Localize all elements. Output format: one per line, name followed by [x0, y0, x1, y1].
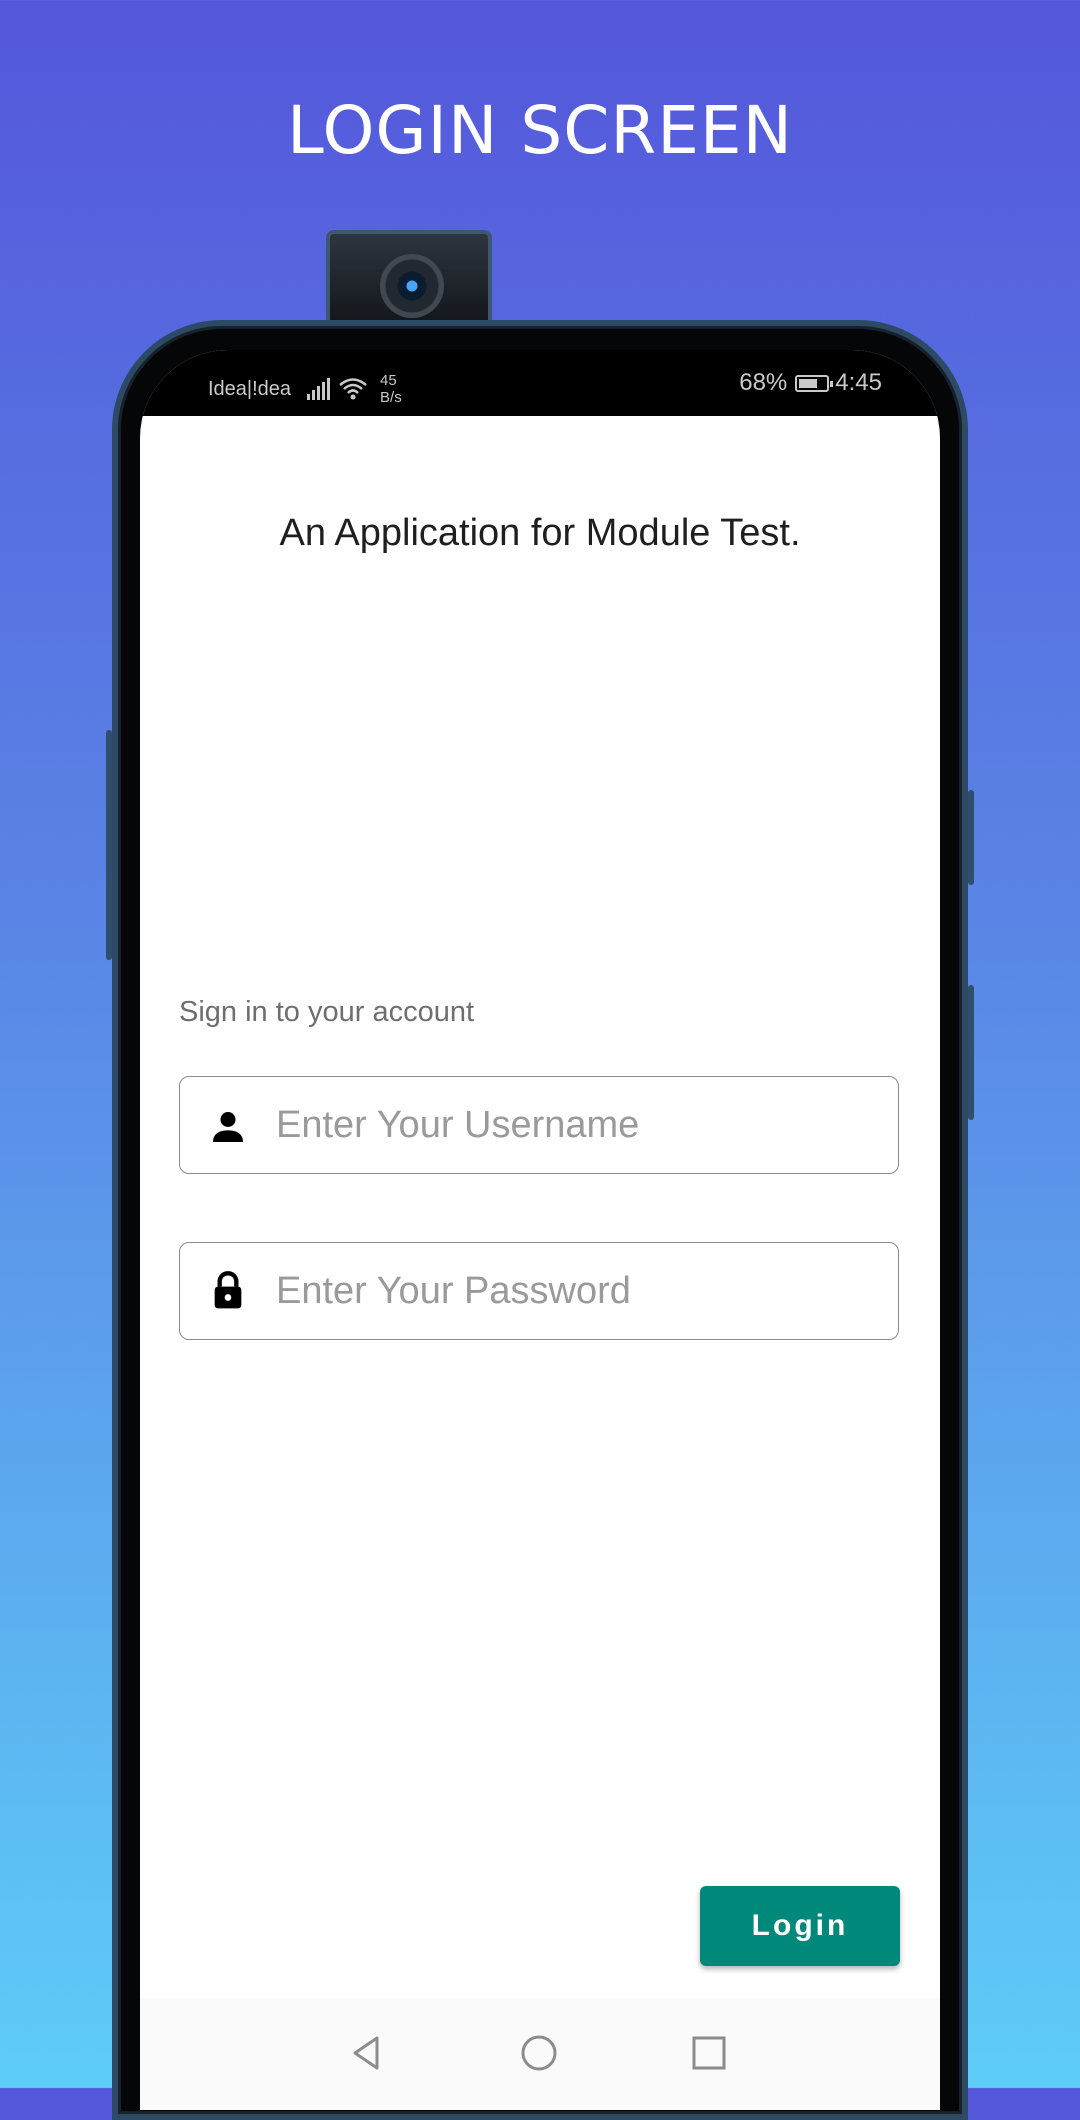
- status-left: Idea|!dea 45 B/s: [208, 372, 402, 406]
- app-subtitle: An Application for Module Test.: [279, 512, 801, 554]
- network-speed-value: 45: [380, 372, 397, 389]
- battery-percent: 68%: [739, 369, 788, 396]
- lock-icon: [214, 1271, 242, 1309]
- home-button[interactable]: [514, 2028, 564, 2078]
- person-icon: [213, 1112, 243, 1142]
- back-icon: [353, 2036, 379, 2070]
- status-right: 68% 4:45: [739, 369, 882, 397]
- signal-icon: [307, 378, 331, 400]
- clock: 4:45: [835, 369, 882, 396]
- navigation-bar: [140, 1998, 940, 2110]
- phone-screen: Idea|!dea 45 B/s 68% 4:45 An Application…: [140, 350, 940, 2110]
- phone-side-button-left: [106, 730, 112, 960]
- username-input[interactable]: [276, 1077, 876, 1173]
- page-title: LOGIN SCREEN: [287, 92, 793, 169]
- phone-side-button-right-bottom: [968, 985, 974, 1120]
- status-bar: Idea|!dea 45 B/s 68% 4:45: [140, 350, 940, 416]
- home-icon: [521, 2035, 557, 2071]
- network-speed: 45 B/s: [380, 372, 402, 406]
- popup-camera: [326, 230, 492, 330]
- password-field[interactable]: [179, 1242, 899, 1340]
- recents-button[interactable]: [684, 2028, 734, 2078]
- phone-side-button-right-top: [968, 790, 974, 885]
- username-field[interactable]: [179, 1076, 899, 1174]
- signin-label: Sign in to your account: [179, 996, 475, 1028]
- camera-lens-icon: [380, 254, 444, 318]
- recents-icon: [692, 2036, 726, 2070]
- network-speed-unit: B/s: [380, 389, 402, 406]
- login-button[interactable]: Login: [700, 1886, 900, 1966]
- battery-icon: [795, 374, 834, 392]
- wifi-icon: [339, 378, 367, 400]
- password-input[interactable]: [276, 1243, 876, 1339]
- carrier-name: Idea|!dea: [208, 377, 292, 400]
- back-button[interactable]: [342, 2028, 392, 2078]
